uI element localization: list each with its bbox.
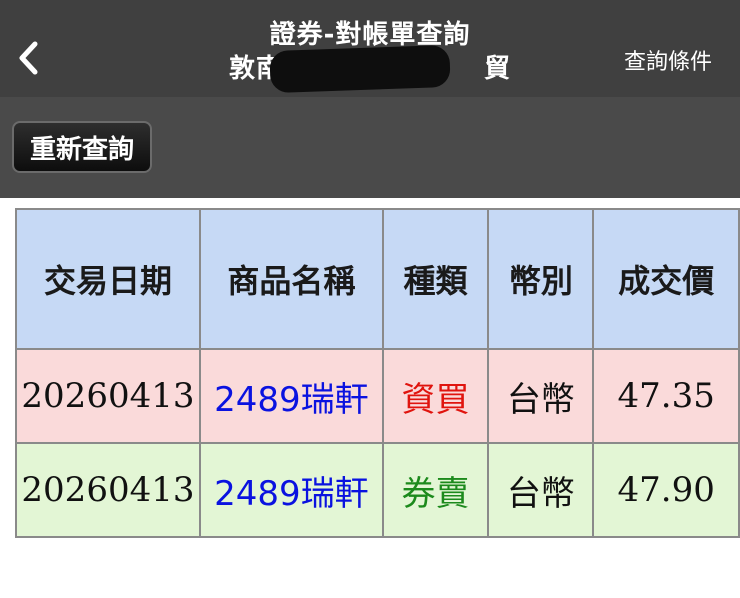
cell-currency: 台幣 <box>487 348 595 444</box>
cell-currency: 台幣 <box>487 442 595 538</box>
statement-table-container: 交易日期 商品名稱 種類 幣別 成交價 20260413 2489瑞軒 資買 台… <box>15 208 740 538</box>
table-header-row: 交易日期 商品名稱 種類 幣別 成交價 <box>15 208 740 350</box>
table-row[interactable]: 20260413 2489瑞軒 資買 台幣 47.35 <box>15 348 740 444</box>
redaction-mark <box>269 44 451 94</box>
cell-date: 20260413 <box>15 348 201 444</box>
query-conditions-button[interactable]: 查詢條件 <box>624 44 712 76</box>
header-currency: 幣別 <box>487 208 595 350</box>
cell-price: 47.90 <box>592 442 740 538</box>
title-line-2: 敦南-0貿 <box>180 44 560 94</box>
statement-table: 交易日期 商品名稱 種類 幣別 成交價 20260413 2489瑞軒 資買 台… <box>15 208 740 538</box>
cell-type: 券賣 <box>381 442 490 538</box>
back-button[interactable] <box>10 38 46 78</box>
top-nav-bar: 證券-對帳單查詢 敦南-0貿 查詢條件 <box>0 0 740 97</box>
page-title: 證券-對帳單查詢 敦南-0貿 <box>180 18 560 94</box>
requery-button[interactable]: 重新查詢 <box>12 121 152 173</box>
cell-type: 資買 <box>381 348 490 444</box>
cell-date: 20260413 <box>15 442 201 538</box>
header-type: 種類 <box>381 208 490 350</box>
account-suffix: 貿 <box>483 54 511 84</box>
header-date: 交易日期 <box>15 208 201 350</box>
cell-price: 47.35 <box>592 348 740 444</box>
cell-product[interactable]: 2489瑞軒 <box>198 348 384 444</box>
table-row[interactable]: 20260413 2489瑞軒 券賣 台幣 47.90 <box>15 442 740 538</box>
header-price: 成交價 <box>592 208 740 350</box>
header-product: 商品名稱 <box>198 208 384 350</box>
cell-product[interactable]: 2489瑞軒 <box>198 442 384 538</box>
chevron-left-icon <box>19 41 38 75</box>
